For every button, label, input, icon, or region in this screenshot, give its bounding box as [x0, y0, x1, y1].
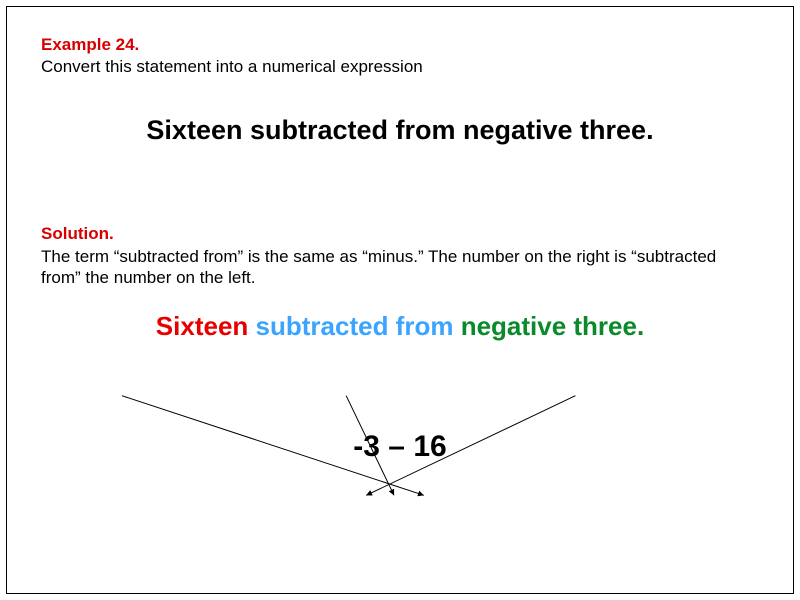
arrows-diagram	[7, 7, 793, 593]
colored-part-negative-three: negative three.	[461, 311, 645, 341]
document-frame: Example 24. Convert this statement into …	[6, 6, 794, 594]
example-label: Example 24.	[41, 35, 759, 55]
instruction-text: Convert this statement into a numerical …	[41, 57, 759, 77]
numerical-expression: -3 – 16	[41, 430, 759, 464]
colored-statement: Sixteen subtracted from negative three.	[41, 311, 759, 342]
problem-statement: Sixteen subtracted from negative three.	[41, 115, 759, 146]
colored-part-sixteen: Sixteen	[156, 311, 249, 341]
solution-label: Solution.	[41, 224, 759, 244]
colored-part-subtracted: subtracted from	[256, 311, 454, 341]
solution-explanation: The term “subtracted from” is the same a…	[41, 246, 759, 289]
